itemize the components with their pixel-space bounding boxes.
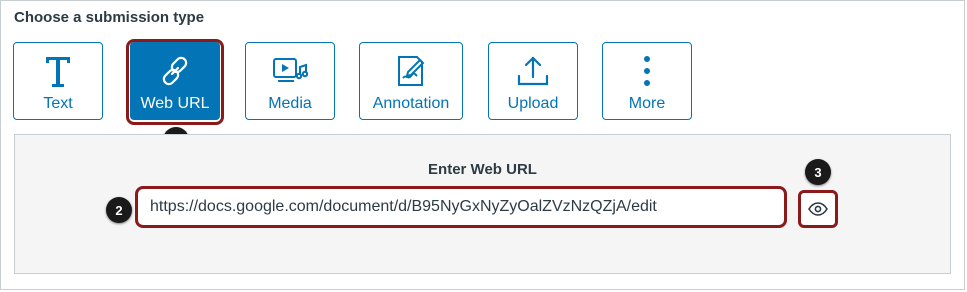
selected-type-highlight bbox=[126, 39, 224, 125]
type-label: More bbox=[628, 95, 666, 112]
web-url-panel: Enter Web URL bbox=[14, 134, 951, 274]
type-button-text[interactable]: Text bbox=[13, 42, 103, 120]
preview-button[interactable] bbox=[798, 190, 838, 228]
type-button-media[interactable]: Media bbox=[245, 42, 335, 120]
text-icon bbox=[43, 53, 73, 89]
callout-marker: 3 bbox=[805, 159, 831, 185]
type-label: Media bbox=[268, 95, 312, 112]
type-label: Upload bbox=[507, 95, 559, 112]
type-label: Text bbox=[43, 95, 73, 112]
eye-icon bbox=[808, 202, 828, 216]
type-button-annotation[interactable]: Annotation bbox=[359, 42, 463, 120]
media-icon bbox=[272, 53, 308, 89]
more-icon bbox=[642, 53, 652, 89]
submission-type-heading: Choose a submission type bbox=[14, 9, 205, 26]
web-url-input[interactable] bbox=[135, 186, 787, 228]
type-button-upload[interactable]: Upload bbox=[488, 42, 578, 120]
type-button-more[interactable]: More bbox=[602, 42, 692, 120]
upload-icon bbox=[516, 53, 550, 89]
type-label: Annotation bbox=[372, 95, 450, 112]
callout-marker: 2 bbox=[106, 197, 132, 223]
annotation-icon bbox=[394, 53, 428, 89]
